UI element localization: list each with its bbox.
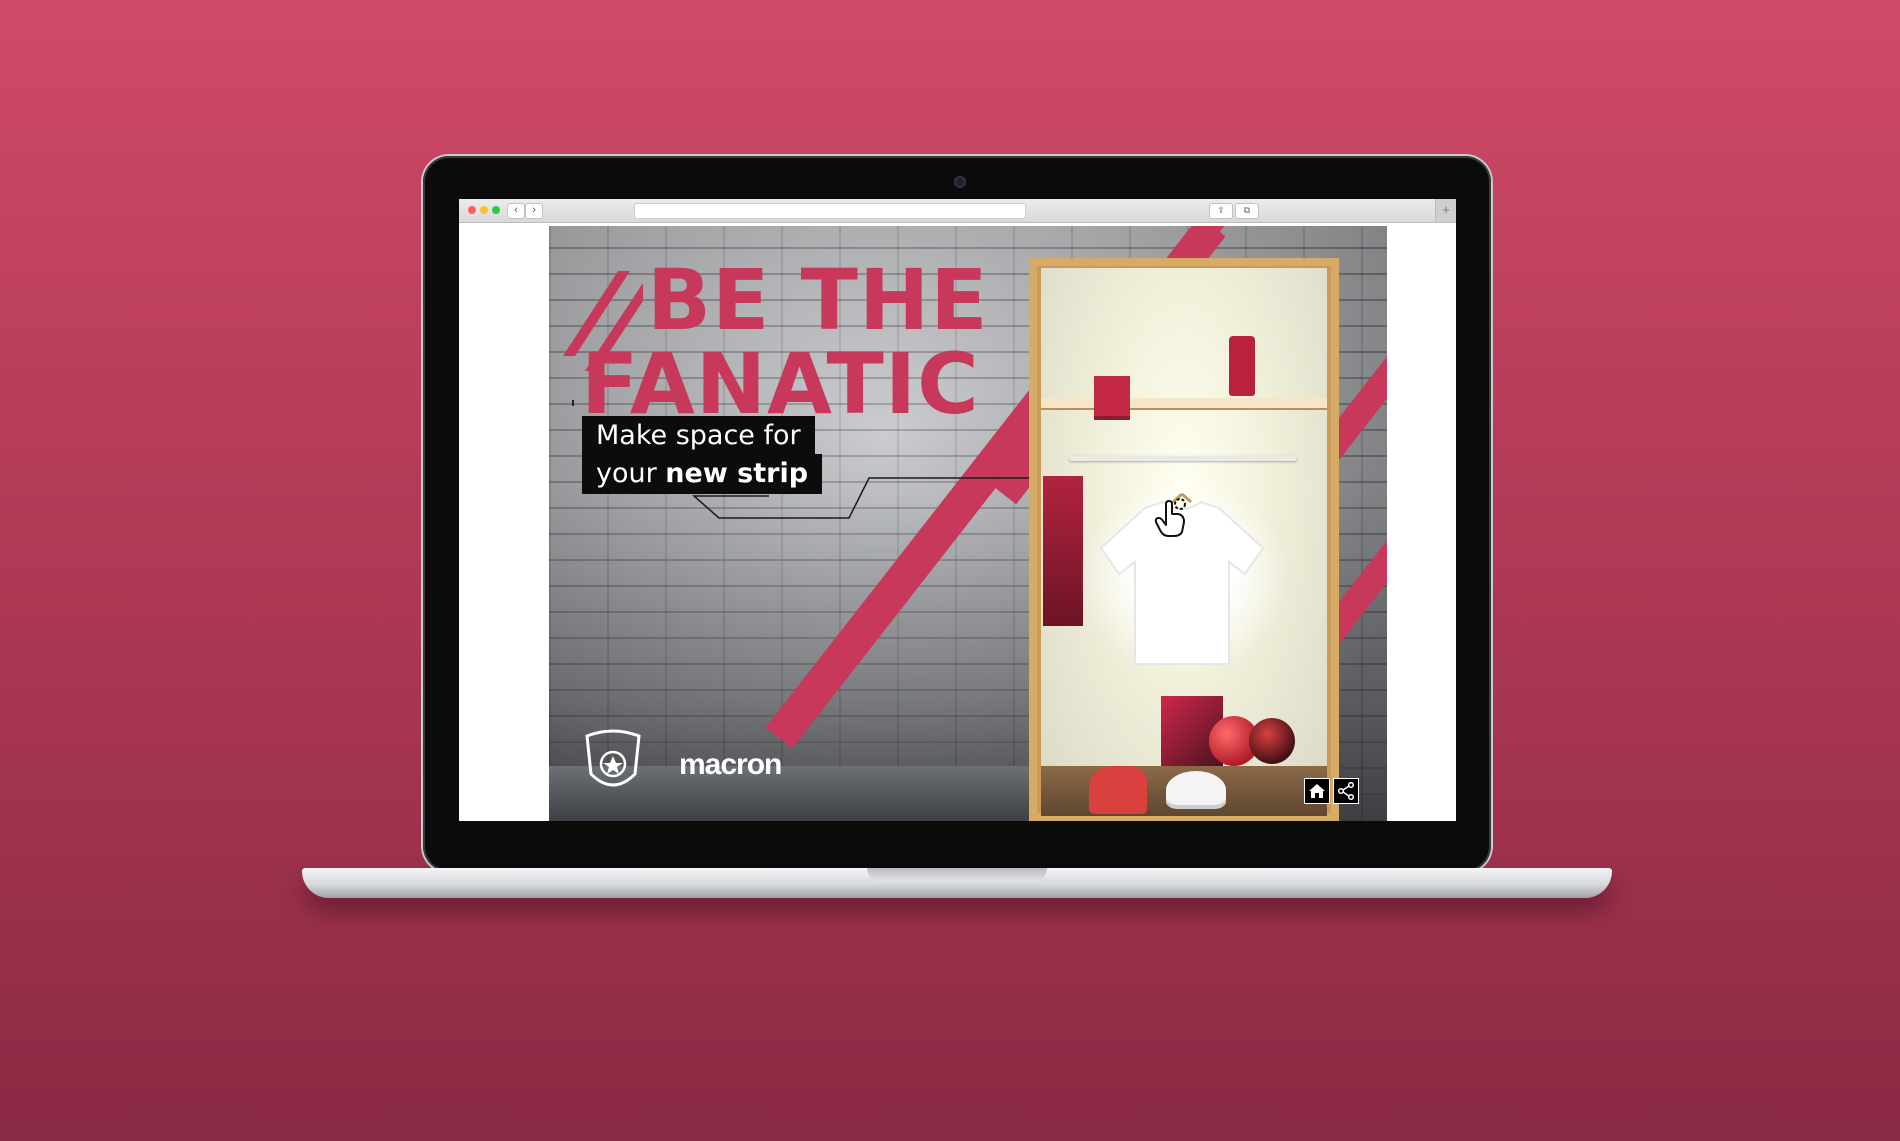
zoom-window-button[interactable]	[492, 206, 500, 214]
back-button[interactable]: ‹	[507, 203, 525, 219]
new-tab-button[interactable]: +	[1435, 199, 1456, 222]
laptop-notch	[867, 868, 1047, 882]
camera-icon	[954, 176, 966, 188]
hero-banner: BE THE FANATIC Make space for your new s…	[549, 226, 1387, 821]
home-button[interactable]	[1304, 778, 1330, 804]
macron-logo: macron	[679, 748, 782, 781]
drink-bottle-product[interactable]	[1229, 336, 1255, 396]
browser-toolbar: ‹ › ⇪ ⧉ +	[459, 199, 1456, 223]
share-icon	[1337, 782, 1355, 800]
champions-flag[interactable]	[1043, 476, 1083, 626]
clothes-rail	[1069, 456, 1297, 461]
cap-product[interactable]	[1166, 771, 1226, 809]
share-toolbar-button[interactable]: ⇪	[1209, 203, 1233, 219]
tabs-overview-button[interactable]: ⧉	[1235, 203, 1259, 219]
address-bar[interactable]	[634, 203, 1026, 219]
close-window-button[interactable]	[468, 206, 476, 214]
minimize-window-button[interactable]	[480, 206, 488, 214]
share-button[interactable]	[1333, 778, 1359, 804]
laptop-screen: ‹ › ⇪ ⧉ + BE THE FANATIC Make space for …	[459, 199, 1456, 821]
wardrobe-shelf	[1041, 398, 1327, 408]
scarf-product[interactable]	[1094, 376, 1130, 416]
football-boots-product[interactable]	[1089, 766, 1147, 814]
club-crest-logo	[585, 729, 641, 787]
forward-button[interactable]: ›	[525, 203, 543, 219]
home-icon	[1309, 784, 1325, 798]
football-product-dark[interactable]	[1249, 718, 1295, 764]
pointer-hand-icon	[1154, 498, 1186, 537]
